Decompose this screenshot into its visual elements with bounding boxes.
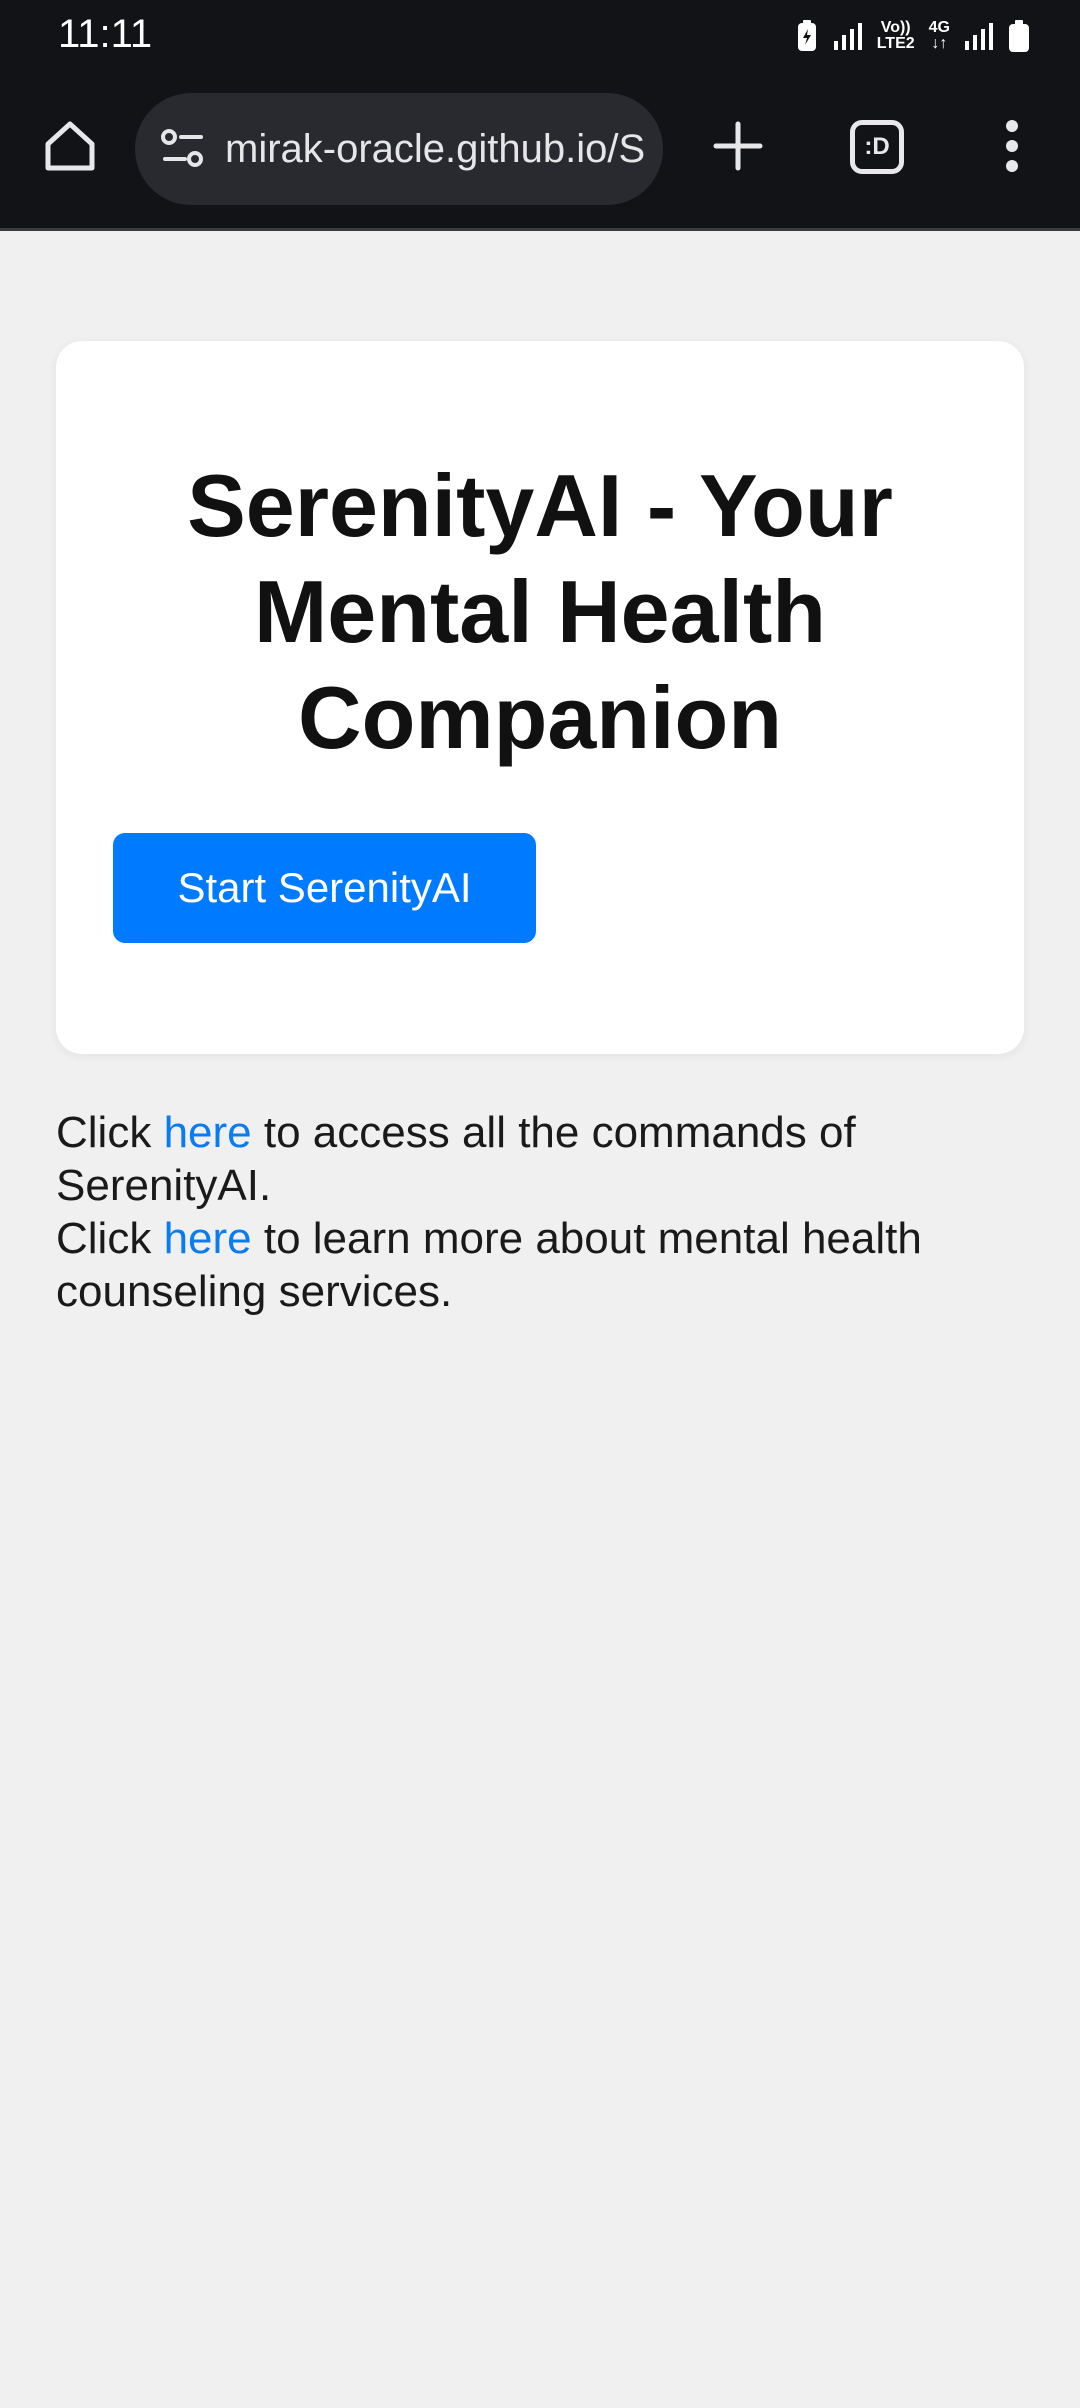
counseling-line-prefix: Click bbox=[56, 1214, 164, 1263]
site-info-icon[interactable] bbox=[159, 125, 207, 173]
commands-link[interactable]: here bbox=[164, 1108, 252, 1157]
commands-line-prefix: Click bbox=[56, 1108, 164, 1157]
battery-saver-icon bbox=[795, 19, 819, 53]
home-icon bbox=[42, 118, 98, 179]
browser-toolbar: mirak-oracle.github.io/SerenityAI :D bbox=[0, 70, 1080, 231]
volte-icon: Vo)) LTE2 bbox=[877, 20, 915, 52]
4g-icon: 4G ↓↑ bbox=[929, 20, 950, 52]
network-type-label: 4G bbox=[928, 19, 950, 36]
hero-card: SerenityAI - Your Mental Health Companio… bbox=[56, 341, 1024, 1054]
data-arrows-icon: ↓↑ bbox=[931, 35, 948, 52]
lte-label: LTE2 bbox=[876, 35, 915, 52]
status-time: 11:11 bbox=[58, 12, 153, 56]
status-bar: 11:11 Vo)) LTE2 4G ↓↑ bbox=[0, 0, 1080, 70]
tab-switcher-button[interactable]: :D bbox=[850, 120, 904, 174]
page-title: SerenityAI - Your Mental Health Companio… bbox=[187, 456, 893, 767]
commands-line: Click here to access all the commands of… bbox=[56, 1106, 1016, 1212]
url-text[interactable]: mirak-oracle.github.io/SerenityAI bbox=[225, 123, 645, 175]
info-text: Click here to access all the commands of… bbox=[56, 1106, 1016, 1318]
tab-switcher-icon: :D bbox=[864, 133, 890, 160]
new-tab-button[interactable] bbox=[706, 116, 770, 180]
counseling-link[interactable]: here bbox=[164, 1214, 252, 1263]
plus-icon bbox=[712, 120, 764, 177]
more-vert-icon bbox=[1002, 118, 1022, 179]
status-icons: Vo)) LTE2 4G ↓↑ bbox=[795, 16, 1030, 56]
battery-icon bbox=[1008, 19, 1030, 53]
menu-button[interactable] bbox=[988, 116, 1036, 180]
start-serenityai-button[interactable]: Start SerenityAI bbox=[113, 833, 536, 943]
home-button[interactable] bbox=[38, 116, 102, 180]
volte-label: Vo)) bbox=[880, 19, 911, 36]
address-bar[interactable]: mirak-oracle.github.io/SerenityAI bbox=[135, 93, 663, 205]
signal-icon bbox=[964, 21, 994, 51]
signal-icon bbox=[833, 21, 863, 51]
counseling-line: Click here to learn more about mental he… bbox=[56, 1212, 1016, 1318]
